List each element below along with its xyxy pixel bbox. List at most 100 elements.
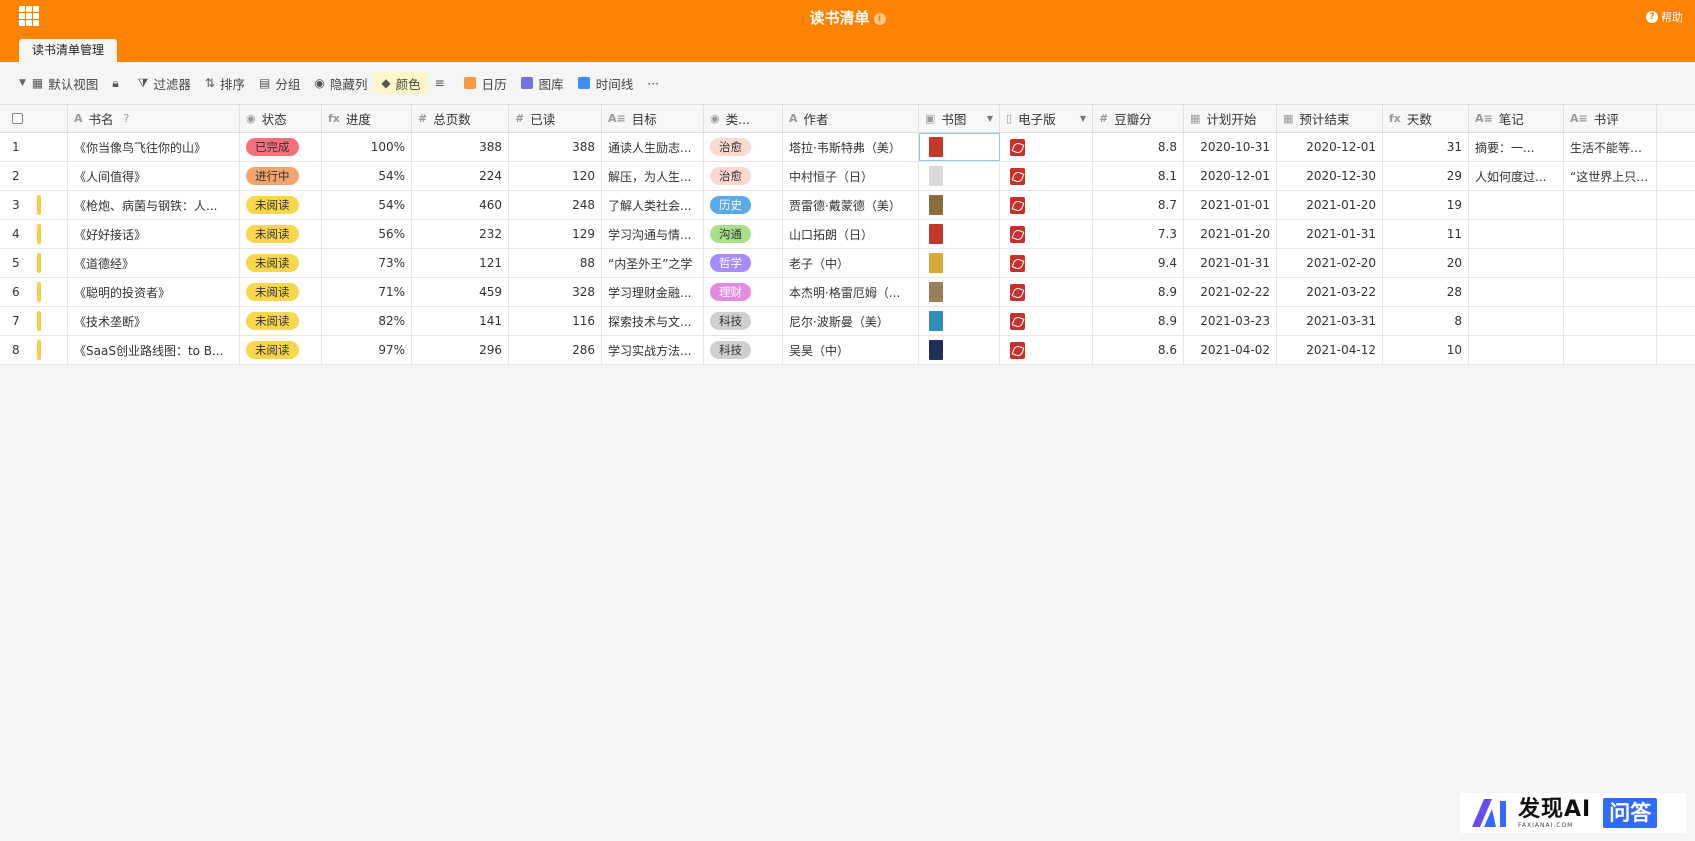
review-cell[interactable]: [1564, 220, 1657, 248]
table-row[interactable]: 1 《你当像鸟飞往你的山》 已完成 100% 388 388 通读人生励志... 治愈 塔拉·韦…: [0, 133, 1695, 162]
book-name-cell[interactable]: 《你当像鸟飞往你的山》: [68, 133, 240, 161]
column-header-plan-start[interactable]: ▦ 计划开始: [1184, 105, 1277, 132]
douban-score-cell[interactable]: 8.1: [1093, 162, 1184, 190]
review-cell[interactable]: [1564, 191, 1657, 219]
info-icon[interactable]: i: [873, 13, 886, 25]
column-header-plan-end[interactable]: ▦ 预计结束: [1277, 105, 1383, 132]
goal-cell[interactable]: 了解人类社会...: [602, 191, 704, 219]
progress-cell[interactable]: 82%: [322, 307, 412, 335]
douban-score-cell[interactable]: 8.8: [1093, 133, 1184, 161]
goal-cell[interactable]: 探索技术与文...: [602, 307, 704, 335]
notes-cell[interactable]: [1469, 191, 1564, 219]
book-name-cell[interactable]: 《人间值得》: [68, 162, 240, 190]
plan-end-cell[interactable]: 2020-12-30: [1277, 162, 1383, 190]
total-pages-cell[interactable]: 460: [412, 191, 509, 219]
notes-cell[interactable]: [1469, 307, 1564, 335]
pages-read-cell[interactable]: 388: [509, 133, 602, 161]
row-number-cell[interactable]: 1: [0, 133, 68, 161]
pdf-file-icon[interactable]: [1010, 254, 1025, 272]
goal-cell[interactable]: “内圣外王”之学: [602, 249, 704, 277]
ebook-cell[interactable]: [1000, 220, 1093, 248]
ebook-cell[interactable]: [1000, 336, 1093, 364]
pdf-file-icon[interactable]: [1010, 283, 1025, 301]
column-header-author[interactable]: A 作者: [783, 105, 919, 132]
row-number-cell[interactable]: 6: [0, 278, 68, 306]
plan-start-cell[interactable]: 2021-01-20: [1184, 220, 1277, 248]
category-cell[interactable]: 理财: [704, 278, 783, 306]
row-number-cell[interactable]: 2: [0, 162, 68, 190]
plan-start-cell[interactable]: 2021-01-31: [1184, 249, 1277, 277]
row-number-cell[interactable]: 7: [0, 307, 68, 335]
more-button[interactable]: ···: [640, 72, 666, 94]
total-pages-cell[interactable]: 296: [412, 336, 509, 364]
plan-end-cell[interactable]: 2020-12-01: [1277, 133, 1383, 161]
pages-read-cell[interactable]: 286: [509, 336, 602, 364]
progress-cell[interactable]: 54%: [322, 191, 412, 219]
book-cover-thumbnail[interactable]: [929, 137, 943, 157]
status-cell[interactable]: 进行中: [240, 162, 322, 190]
book-name-cell[interactable]: 《SaaS创业路线图：to B...: [68, 336, 240, 364]
column-header-progress[interactable]: fx 进度: [322, 105, 412, 132]
days-cell[interactable]: 29: [1383, 162, 1469, 190]
days-cell[interactable]: 8: [1383, 307, 1469, 335]
table-row[interactable]: 2 《人间值得》 进行中 54% 224 120 解压，为人生... 治愈 中村恒子（日） 8.1…: [0, 162, 1695, 191]
dropdown-icon[interactable]: ▼: [987, 114, 993, 123]
progress-cell[interactable]: 97%: [322, 336, 412, 364]
column-header-total-pages[interactable]: # 总页数: [412, 105, 509, 132]
pdf-file-icon[interactable]: [1010, 196, 1025, 214]
ebook-cell[interactable]: [1000, 278, 1093, 306]
color-button[interactable]: ◆ 颜色: [374, 72, 428, 94]
group-button[interactable]: ▤ 分组: [252, 72, 307, 94]
goal-cell[interactable]: 解压，为人生...: [602, 162, 704, 190]
dropdown-icon[interactable]: ▼: [1080, 114, 1086, 123]
pages-read-cell[interactable]: 328: [509, 278, 602, 306]
tab-sheet[interactable]: 读书清单管理: [19, 39, 118, 62]
column-header-status[interactable]: ◉ 状态: [240, 105, 322, 132]
plan-end-cell[interactable]: 2021-02-20: [1277, 249, 1383, 277]
plan-start-cell[interactable]: 2021-01-01: [1184, 191, 1277, 219]
pdf-file-icon[interactable]: [1010, 138, 1025, 156]
progress-cell[interactable]: 73%: [322, 249, 412, 277]
ebook-cell[interactable]: [1000, 191, 1093, 219]
douban-score-cell[interactable]: 8.9: [1093, 307, 1184, 335]
pdf-file-icon[interactable]: [1010, 312, 1025, 330]
book-cover-thumbnail[interactable]: [929, 166, 943, 186]
douban-score-cell[interactable]: 9.4: [1093, 249, 1184, 277]
review-cell[interactable]: [1564, 249, 1657, 277]
author-cell[interactable]: 尼尔·波斯曼（美）: [783, 307, 919, 335]
author-cell[interactable]: 塔拉·韦斯特弗（美）: [783, 133, 919, 161]
column-header-goal[interactable]: A≡ 目标: [602, 105, 704, 132]
days-cell[interactable]: 31: [1383, 133, 1469, 161]
author-cell[interactable]: 贾雷德·戴蒙德（美）: [783, 191, 919, 219]
notes-cell[interactable]: [1469, 336, 1564, 364]
goal-cell[interactable]: 学习沟通与情...: [602, 220, 704, 248]
plan-start-cell[interactable]: 2021-04-02: [1184, 336, 1277, 364]
progress-cell[interactable]: 71%: [322, 278, 412, 306]
progress-cell[interactable]: 100%: [322, 133, 412, 161]
gallery-button[interactable]: 图库: [514, 72, 571, 94]
column-header-category[interactable]: ◉ 类...: [704, 105, 783, 132]
total-pages-cell[interactable]: 141: [412, 307, 509, 335]
column-header-book-name[interactable]: A 书名?: [68, 105, 240, 132]
plan-start-cell[interactable]: 2020-10-31: [1184, 133, 1277, 161]
status-cell[interactable]: 未阅读: [240, 278, 322, 306]
douban-score-cell[interactable]: 7.3: [1093, 220, 1184, 248]
row-number-cell[interactable]: 8: [0, 336, 68, 364]
ebook-cell[interactable]: [1000, 307, 1093, 335]
review-cell[interactable]: [1564, 336, 1657, 364]
pages-read-cell[interactable]: 248: [509, 191, 602, 219]
category-cell[interactable]: 哲学: [704, 249, 783, 277]
table-row[interactable]: 4 《好好接话》 未阅读 56% 232 129 学习沟通与情... 沟通 山口拓朗（日） 7.3…: [0, 220, 1695, 249]
table-row[interactable]: 6 《聪明的投资者》 未阅读 71% 459 328 学习理财金融... 理财 本杰明·格雷厄姆…: [0, 278, 1695, 307]
row-number-cell[interactable]: 3: [0, 191, 68, 219]
douban-score-cell[interactable]: 8.9: [1093, 278, 1184, 306]
book-name-cell[interactable]: 《道德经》: [68, 249, 240, 277]
author-cell[interactable]: 老子（中）: [783, 249, 919, 277]
total-pages-cell[interactable]: 232: [412, 220, 509, 248]
book-cover-thumbnail[interactable]: [929, 282, 943, 302]
book-cover-thumbnail[interactable]: [929, 224, 943, 244]
days-cell[interactable]: 20: [1383, 249, 1469, 277]
table-row[interactable]: 8 《SaaS创业路线图：to B... 未阅读 97% 296 286 学习实战方法...…: [0, 336, 1695, 365]
book-cover-thumbnail[interactable]: [929, 195, 943, 215]
days-cell[interactable]: 11: [1383, 220, 1469, 248]
